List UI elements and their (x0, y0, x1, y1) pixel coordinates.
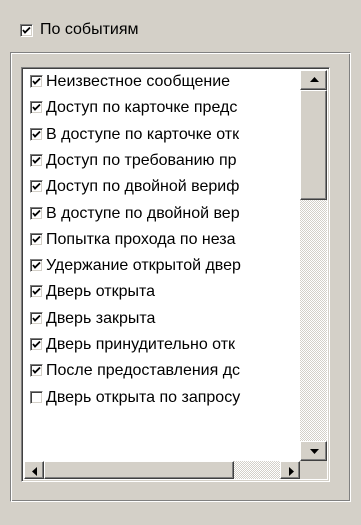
list-item[interactable]: Дверь открыта (24, 280, 298, 303)
list-item[interactable]: Доступ по требованию пр (24, 149, 298, 172)
event-checkbox[interactable] (30, 232, 43, 246)
event-label: Дверь принудительно отк (46, 336, 236, 353)
checkmark-icon (32, 235, 41, 243)
event-checkbox[interactable] (30, 75, 43, 88)
event-checkbox[interactable] (30, 180, 43, 194)
arrow-up-icon (310, 77, 319, 82)
event-label: Доступ по карточке предс (46, 99, 238, 117)
checkmark-icon (32, 314, 41, 322)
vertical-scroll-thumb[interactable] (300, 90, 327, 200)
scroll-up-button[interactable] (300, 70, 327, 90)
event-checkbox[interactable] (30, 338, 43, 351)
event-label: Удержание открытой двер (46, 257, 241, 275)
vertical-scrollbar[interactable] (300, 70, 327, 461)
list-item[interactable]: В доступе по двойной вер (24, 202, 298, 225)
event-checkbox[interactable] (30, 153, 43, 167)
checkmark-icon (32, 288, 41, 296)
checkmark-icon (32, 367, 41, 375)
checkmark-icon (22, 26, 31, 34)
checkmark-icon (32, 340, 41, 348)
event-checkbox[interactable] (30, 206, 43, 220)
event-checkbox[interactable] (30, 127, 43, 141)
list-item[interactable]: Доступ по карточке предс (24, 96, 298, 119)
scroll-right-button[interactable] (280, 461, 300, 479)
list-item[interactable]: Удержание открытой двер (24, 254, 298, 277)
checkmark-icon (32, 130, 41, 138)
event-checkbox[interactable] (30, 101, 43, 115)
checkmark-icon (32, 156, 41, 164)
events-listbox[interactable]: Неизвестное сообщение Доступ по карточке … (21, 67, 330, 482)
event-checkbox[interactable] (30, 311, 43, 325)
event-label: В доступе по двойной вер (46, 204, 240, 222)
arrow-right-icon (289, 467, 294, 476)
list-item[interactable]: Попытка прохода по неза (24, 228, 298, 251)
checkmark-icon (32, 209, 41, 217)
by-events-label: По событиям (40, 21, 139, 38)
scrollbar-corner (300, 461, 327, 479)
event-label: Неизвестное сообщение (46, 73, 231, 90)
checkmark-icon (32, 183, 41, 191)
by-events-checkbox[interactable] (20, 24, 33, 37)
list-item[interactable]: Дверь открыта по запросу (24, 386, 298, 409)
event-checkbox[interactable] (30, 285, 43, 299)
event-label: Дверь открыта (46, 283, 156, 301)
event-label: Попытка прохода по неза (46, 230, 236, 248)
event-label: Доступ по двойной вериф (46, 178, 240, 196)
event-label: Доступ по требованию пр (46, 151, 237, 169)
horizontal-scrollbar[interactable] (24, 461, 300, 479)
list-item[interactable]: После предоставления дс (24, 359, 298, 382)
event-checkbox[interactable] (30, 364, 43, 378)
arrow-down-icon (310, 449, 319, 454)
list-item[interactable]: В доступе по карточке отк (24, 123, 298, 146)
checkmark-icon (32, 104, 41, 112)
list-item[interactable]: Доступ по двойной вериф (24, 175, 298, 198)
checkmark-icon (32, 77, 41, 85)
list-item[interactable]: Дверь закрыта (24, 307, 298, 330)
list-item[interactable]: Дверь принудительно отк (24, 333, 298, 356)
event-checkbox[interactable] (30, 390, 43, 404)
events-list: Неизвестное сообщение Доступ по карточке … (24, 70, 298, 461)
list-item[interactable]: Неизвестное сообщение (24, 70, 298, 93)
scroll-down-button[interactable] (300, 441, 327, 461)
event-label: Дверь открыта по запросу (46, 388, 241, 406)
event-checkbox[interactable] (30, 259, 43, 273)
event-label: После предоставления дс (46, 362, 241, 380)
arrow-left-icon (32, 467, 37, 476)
scroll-left-button[interactable] (24, 461, 44, 479)
event-label: В доступе по карточке отк (46, 125, 240, 143)
event-label: Дверь закрыта (46, 309, 156, 327)
horizontal-scroll-thumb[interactable] (44, 461, 234, 479)
checkmark-icon (32, 261, 41, 269)
